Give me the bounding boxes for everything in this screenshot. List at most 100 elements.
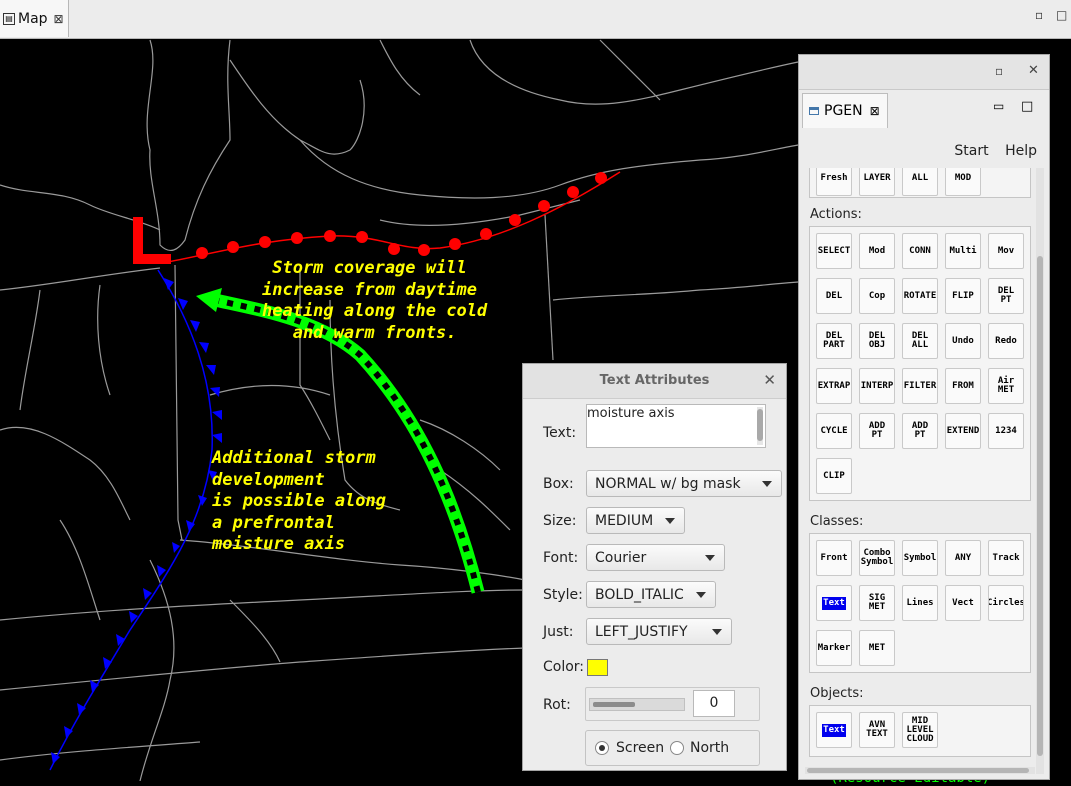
action-button-24[interactable]: 1234 xyxy=(988,413,1024,449)
action-button-3[interactable]: Multi xyxy=(945,233,981,269)
action-button-2[interactable]: CONN xyxy=(902,233,938,269)
tab-pgen-close-icon[interactable]: ⊠ xyxy=(870,104,880,118)
class-button-6[interactable]: SIG MET xyxy=(859,585,895,621)
pgen-hscroll-thumb[interactable] xyxy=(807,768,1029,773)
rot-label: Rot: xyxy=(543,697,571,713)
class-button-label: MET xyxy=(868,642,886,653)
north-radio[interactable] xyxy=(670,741,684,755)
menu-help[interactable]: Help xyxy=(1005,143,1037,159)
action-button-20[interactable]: CYCLE xyxy=(816,413,852,449)
style-dropdown[interactable]: BOLD_ITALIC xyxy=(586,581,716,608)
action-button-13[interactable]: Undo xyxy=(945,323,981,359)
rotation-input[interactable]: 0 xyxy=(693,690,735,717)
object-button-2[interactable]: MID LEVEL CLOUD xyxy=(902,712,938,748)
pgen-title-bar[interactable]: ▫ ✕ xyxy=(799,55,1049,90)
action-button-8[interactable]: FLIP xyxy=(945,278,981,314)
class-button-10[interactable]: Marker xyxy=(816,630,852,666)
action-button-7[interactable]: ROTATE xyxy=(902,278,938,314)
object-button-1[interactable]: AVN TEXT xyxy=(859,712,895,748)
class-button-2[interactable]: Symbol xyxy=(902,540,938,576)
action-button-14[interactable]: Redo xyxy=(988,323,1024,359)
rotation-slider[interactable] xyxy=(589,698,685,711)
text-input-scrollbar[interactable] xyxy=(757,407,763,445)
pgen-vertical-scrollbar[interactable] xyxy=(1036,168,1044,774)
class-button-9[interactable]: Circles xyxy=(988,585,1024,621)
screen-radio[interactable] xyxy=(595,741,609,755)
action-button-4[interactable]: Mov xyxy=(988,233,1024,269)
object-button-0[interactable]: Text xyxy=(816,712,852,748)
font-dropdown[interactable]: Courier xyxy=(586,544,725,571)
editor-tab-bar: ▤ Map ⊠ ▫ □ xyxy=(0,0,1071,39)
action-button-16[interactable]: INTERP xyxy=(859,368,895,404)
classes-grid: Front Combo Symbol Symbol ANY Track Text SIG M… xyxy=(809,533,1031,673)
mod-button[interactable]: MOD xyxy=(945,168,981,196)
action-button-10[interactable]: DEL PART xyxy=(816,323,852,359)
storm-coverage-annotation[interactable]: Storm coverage will increase from daytim… xyxy=(262,258,487,344)
color-label: Color: xyxy=(543,659,585,675)
style-label: Style: xyxy=(543,587,583,603)
dialog-title[interactable]: Text Attributes xyxy=(523,364,786,399)
clip-button[interactable]: CLIP xyxy=(816,458,852,494)
action-button-0[interactable]: SELECT xyxy=(816,233,852,269)
text-input[interactable]: moisture axis xyxy=(586,404,766,448)
tab-pgen[interactable]: PGEN ⊠ xyxy=(802,93,888,128)
tab-close-icon[interactable]: ⊠ xyxy=(54,12,64,26)
class-button-3[interactable]: ANY xyxy=(945,540,981,576)
class-button-5[interactable]: Text xyxy=(816,585,852,621)
box-dropdown-value: NORMAL w/ bg mask xyxy=(595,475,741,492)
minimize-icon[interactable]: ▫ xyxy=(1035,8,1043,22)
font-label: Font: xyxy=(543,550,579,566)
class-button-0[interactable]: Front xyxy=(816,540,852,576)
pgen-horizontal-scrollbar[interactable] xyxy=(805,767,1035,774)
class-button-4[interactable]: Track xyxy=(988,540,1024,576)
class-button-11[interactable]: MET xyxy=(859,630,895,666)
class-button-8[interactable]: Vect xyxy=(945,585,981,621)
action-button-5[interactable]: DEL xyxy=(816,278,852,314)
north-radio-label[interactable]: North xyxy=(690,740,729,756)
text-input-scroll-thumb[interactable] xyxy=(757,409,763,441)
action-button-22[interactable]: ADD PT xyxy=(902,413,938,449)
screen-radio-label[interactable]: Screen xyxy=(616,740,664,756)
maximize-icon[interactable]: □ xyxy=(1056,8,1067,22)
action-button-label: 1234 xyxy=(995,425,1017,436)
action-button-11[interactable]: DEL OBJ xyxy=(859,323,895,359)
box-dropdown[interactable]: NORMAL w/ bg mask xyxy=(586,470,782,497)
orientation-group: Screen North xyxy=(585,730,760,766)
action-button-label: ADD PT xyxy=(911,421,929,440)
just-dropdown[interactable]: LEFT_JUSTIFY xyxy=(586,618,732,645)
style-dropdown-value: BOLD_ITALIC xyxy=(595,586,684,603)
size-dropdown[interactable]: MEDIUM xyxy=(586,507,685,534)
class-button-7[interactable]: Lines xyxy=(902,585,938,621)
pgen-minimize-icon[interactable]: ▫ xyxy=(995,64,1003,78)
action-button-6[interactable]: Cop xyxy=(859,278,895,314)
view-minimize-icon[interactable]: ▭ xyxy=(993,99,1004,113)
action-button-1[interactable]: Mod xyxy=(859,233,895,269)
action-button-21[interactable]: ADD PT xyxy=(859,413,895,449)
action-button-12[interactable]: DEL ALL xyxy=(902,323,938,359)
layer-button[interactable]: LAYER xyxy=(859,168,895,196)
pgen-scroll-thumb[interactable] xyxy=(1037,256,1043,756)
class-button-label: Circles xyxy=(988,597,1024,608)
fresh-button[interactable]: Fresh xyxy=(816,168,852,196)
dialog-close-icon[interactable]: ✕ xyxy=(763,371,776,389)
action-button-19[interactable]: Air MET xyxy=(988,368,1024,404)
text-attributes-dialog: Text Attributes ✕ Text: moisture axis Bo… xyxy=(522,363,787,771)
object-button-label: MID LEVEL CLOUD xyxy=(906,715,934,744)
action-button-17[interactable]: FILTER xyxy=(902,368,938,404)
class-button-label: Combo Symbol xyxy=(860,548,894,567)
class-button-1[interactable]: Combo Symbol xyxy=(859,540,895,576)
chevron-down-icon xyxy=(712,629,722,635)
action-button-9[interactable]: DEL PT xyxy=(988,278,1024,314)
color-swatch-button[interactable] xyxy=(587,659,608,676)
additional-storm-annotation[interactable]: Additional storm development is possible… xyxy=(212,448,386,556)
action-button-23[interactable]: EXTEND xyxy=(945,413,981,449)
all-button[interactable]: ALL xyxy=(902,168,938,196)
action-button-18[interactable]: FROM xyxy=(945,368,981,404)
action-button-label: EXTEND xyxy=(946,425,980,436)
low-pressure-symbol xyxy=(133,217,171,264)
tab-map[interactable]: ▤ Map ⊠ xyxy=(0,0,69,37)
pgen-close-icon[interactable]: ✕ xyxy=(1028,63,1039,78)
action-button-15[interactable]: EXTRAP xyxy=(816,368,852,404)
menu-start[interactable]: Start xyxy=(954,143,988,159)
view-maximize-icon[interactable]: □ xyxy=(1021,99,1033,114)
